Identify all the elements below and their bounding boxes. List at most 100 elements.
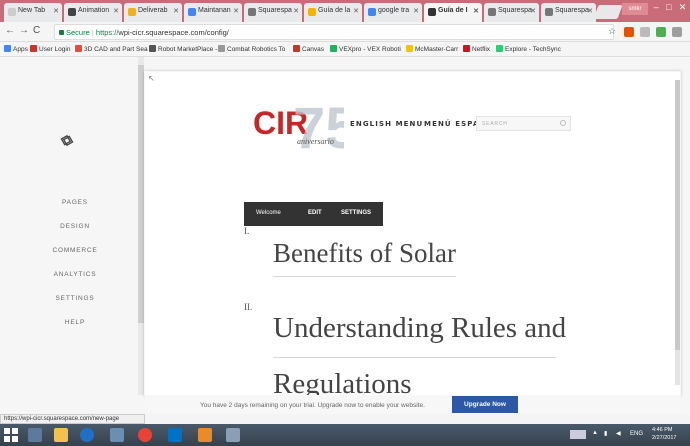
tab-favicon-icon: [308, 8, 316, 16]
reload-icon[interactable]: C: [33, 25, 40, 36]
bookmark-favicon-icon: [293, 45, 300, 52]
keyboard-icon[interactable]: [570, 430, 586, 439]
sidebar-item-settings[interactable]: SETTINGS: [40, 287, 110, 311]
tab-google-translate[interactable]: google tra ✕: [364, 3, 422, 22]
squarespace-editor: ⧉ PAGES DESIGN COMMERCE ANALYTICS SETTIN…: [0, 57, 690, 414]
maximize-icon[interactable]: □: [666, 2, 671, 16]
extension-icon[interactable]: [656, 27, 666, 37]
bookmark-favicon-icon: [406, 45, 413, 52]
url-scheme: https://: [95, 28, 119, 37]
clock-date[interactable]: 2/27/2017: [652, 435, 676, 441]
tab-squarespace-2[interactable]: Squarespa ✕: [484, 3, 539, 22]
collapse-arrow-icon[interactable]: ↖: [148, 74, 155, 83]
bookmark-label: Canvas: [302, 46, 325, 53]
close-tab-icon[interactable]: ✕: [587, 7, 593, 15]
task-view-icon[interactable]: [28, 428, 42, 442]
tab-animation[interactable]: Animation ✕: [64, 3, 122, 22]
logo-subtitle: aniversario: [297, 137, 334, 146]
star-icon[interactable]: ☆: [608, 26, 616, 37]
bookmark-label: VEXpro - VEX Roboti: [339, 46, 401, 53]
bookmark-user-login[interactable]: User Login: [30, 45, 70, 53]
extension-icon[interactable]: [672, 27, 682, 37]
tab-maintanance[interactable]: Maintanan ✕: [184, 3, 242, 22]
tab-deliverables[interactable]: Deliverab ✕: [124, 3, 182, 22]
tab-label: Squarespa: [498, 7, 532, 14]
tab-squarespace[interactable]: Squarespa ✕: [244, 3, 302, 22]
section-numeral: I.: [244, 226, 250, 236]
app-icon[interactable]: [110, 428, 124, 442]
close-tab-icon[interactable]: ✕: [233, 7, 239, 15]
close-tab-icon[interactable]: ✕: [353, 7, 359, 15]
windows-start-icon[interactable]: [4, 428, 18, 442]
settings-button[interactable]: SETTINGS: [341, 210, 371, 216]
tab-squarespace-3[interactable]: Squarespa ✕: [541, 3, 596, 22]
close-tab-icon[interactable]: ✕: [530, 7, 536, 15]
clock-time[interactable]: 4:46 PM: [652, 427, 672, 433]
tab-label: New Tab: [18, 7, 46, 14]
sidebar-item-commerce[interactable]: COMMERCE: [40, 239, 110, 263]
edit-button[interactable]: EDIT: [308, 210, 322, 216]
sidebar-item-help[interactable]: HELP: [40, 311, 110, 335]
bookmark-combat-robotics[interactable]: Combat Robotics To: [218, 45, 285, 53]
squarespace-logo-icon[interactable]: ⧉: [58, 131, 75, 151]
extension-icon[interactable]: [640, 27, 650, 37]
forward-arrow-icon[interactable]: →: [19, 25, 29, 36]
back-arrow-icon[interactable]: ←: [5, 25, 15, 36]
tab-new-tab[interactable]: New Tab ✕: [4, 3, 62, 22]
profile-button[interactable]: smkr: [622, 3, 648, 15]
bookmark-mcmaster[interactable]: McMaster-Carr: [406, 45, 458, 53]
close-tab-icon[interactable]: ✕: [113, 7, 119, 15]
sidebar-item-pages[interactable]: PAGES: [40, 191, 110, 215]
tab-label: Deliverab: [138, 7, 168, 14]
site-search-input[interactable]: SEARCH: [476, 116, 571, 131]
bookmark-label: Apps: [13, 46, 28, 53]
bookmark-label: User Login: [39, 46, 71, 53]
outlook-icon[interactable]: [168, 428, 182, 442]
edge-icon[interactable]: [80, 428, 94, 442]
preview-scrollbar[interactable]: [675, 80, 680, 385]
close-window-icon[interactable]: ✕: [679, 2, 687, 16]
close-tab-icon[interactable]: ✕: [473, 7, 479, 15]
bookmark-vexpro[interactable]: VEXpro - VEX Roboti: [330, 45, 401, 53]
sidebar-item-design[interactable]: DESIGN: [40, 215, 110, 239]
bookmark-apps[interactable]: Apps: [4, 45, 28, 53]
close-tab-icon[interactable]: ✕: [293, 7, 299, 15]
tab-favicon-icon: [368, 8, 376, 16]
bookmark-techsync[interactable]: Explore - TechSync: [496, 45, 561, 53]
bookmark-netflix[interactable]: Netflix: [463, 45, 490, 53]
tab-guia-1[interactable]: Guía de la ✕: [304, 3, 362, 22]
bookmark-favicon-icon: [218, 45, 225, 52]
bookmark-3d-cad[interactable]: 3D CAD and Part Sea: [75, 45, 148, 53]
bookmark-canvas[interactable]: Canvas: [293, 45, 324, 53]
upgrade-now-button[interactable]: Upgrade Now: [452, 396, 518, 413]
tab-guia-active[interactable]: Guía de I ✕: [424, 3, 482, 22]
close-tab-icon[interactable]: ✕: [173, 7, 179, 15]
site-logo[interactable]: CIR 75 aniversario: [249, 96, 344, 156]
close-tab-icon[interactable]: ✕: [413, 7, 419, 15]
paint-icon[interactable]: [198, 428, 212, 442]
new-tab-button[interactable]: [593, 5, 623, 19]
close-tab-icon[interactable]: ✕: [53, 7, 59, 15]
app-icon[interactable]: [226, 428, 240, 442]
chrome-icon[interactable]: [138, 428, 152, 442]
search-placeholder: SEARCH: [482, 121, 508, 127]
tab-label: Squarespa: [555, 7, 589, 14]
bookmark-label: Explore - TechSync: [505, 46, 561, 53]
extension-icon[interactable]: [624, 27, 634, 37]
address-toolbar: ← → C Secure | https://wpi-cicr.squaresp…: [0, 22, 690, 42]
bookmark-label: 3D CAD and Part Sea: [84, 46, 148, 53]
url-input[interactable]: Secure | https://wpi-cicr.squarespace.co…: [54, 24, 614, 40]
lock-icon: [59, 30, 64, 35]
bookmark-robot-marketplace[interactable]: Robot MarketPlace -: [149, 45, 217, 53]
site-preview: ↖ CIR 75 aniversario ENGLISH MENU MENÚ E…: [145, 72, 680, 395]
nav-english-menu[interactable]: ENGLISH MENU: [350, 120, 423, 128]
file-explorer-icon[interactable]: [54, 428, 68, 442]
network-icon[interactable]: ▮: [604, 430, 607, 437]
language-indicator[interactable]: ENG: [630, 431, 643, 437]
tray-arrow-icon[interactable]: ▲: [592, 430, 598, 436]
sidebar-item-analytics[interactable]: ANALYTICS: [40, 263, 110, 287]
scrollbar-thumb[interactable]: [675, 80, 680, 350]
minimize-icon[interactable]: –: [654, 2, 659, 16]
volume-icon[interactable]: ◀: [616, 430, 621, 437]
bookmarks-bar: Apps User Login 3D CAD and Part Sea Robo…: [0, 42, 690, 57]
